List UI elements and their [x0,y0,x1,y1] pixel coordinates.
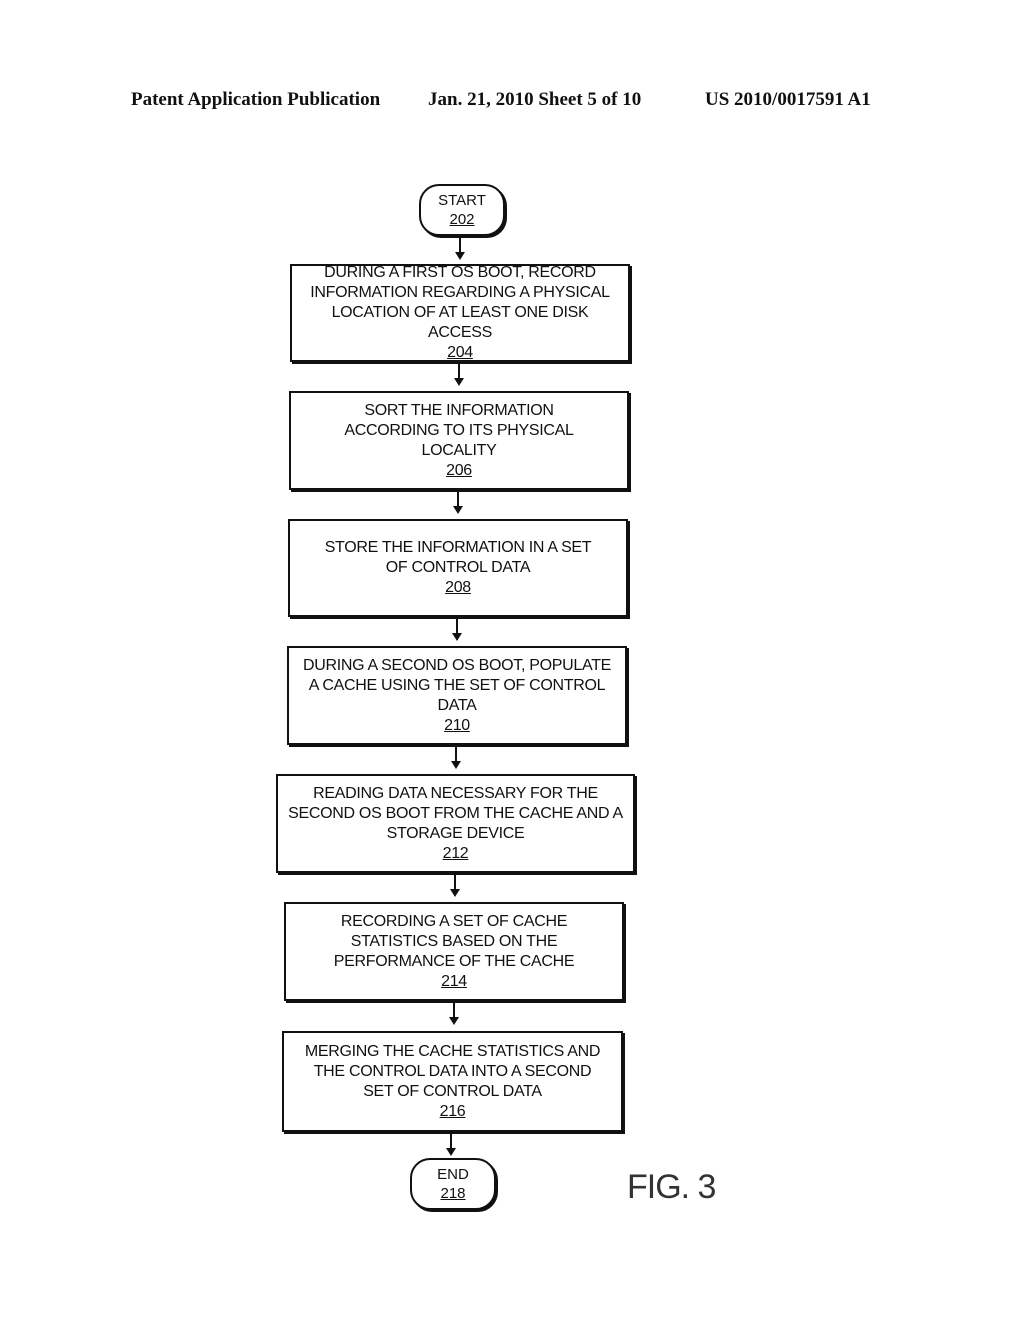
step-ref: 212 [442,844,469,862]
step-ref: 216 [439,1102,466,1120]
step-ref: 210 [444,716,470,734]
step-212: READING DATA NECESSARY FOR THE SECOND OS… [276,774,635,873]
publication-type: Patent Application Publication [131,89,381,110]
step-ref: 214 [441,972,467,990]
step-204: DURING A FIRST OS BOOT, RECORD INFORMATI… [290,264,630,362]
arrow-206-208 [453,490,463,514]
step-text: READING DATA NECESSARY FOR THE SECOND OS… [288,784,623,842]
step-text: MERGING THE CACHE STATISTICS AND THE CON… [304,1042,601,1100]
start-ref: 202 [449,211,475,228]
start-terminal: START 202 [419,184,505,236]
step-text: SORT THE INFORMATION ACCORDING TO ITS PH… [344,401,574,459]
page-header: Patent Application Publication Jan. 21, … [0,89,1024,113]
arrow-212-214 [450,873,460,897]
step-208: STORE THE INFORMATION IN A SET OF CONTRO… [288,519,628,617]
step-text: DURING A SECOND OS BOOT, POPULATE A CACH… [302,656,612,714]
arrow-202-204 [455,236,465,260]
figure-label: FIG. 3 [627,1168,716,1206]
end-label: END [437,1166,469,1183]
arrow-204-206 [454,362,464,386]
end-ref: 218 [440,1185,466,1202]
step-text: DURING A FIRST OS BOOT, RECORD INFORMATI… [310,264,610,341]
step-ref: 208 [445,579,471,596]
step-210: DURING A SECOND OS BOOT, POPULATE A CACH… [287,646,627,745]
arrow-210-212 [451,745,461,769]
step-216: MERGING THE CACHE STATISTICS AND THE CON… [282,1031,623,1132]
step-text: STORE THE INFORMATION IN A SET OF CONTRO… [324,539,592,576]
step-ref: 206 [446,461,472,479]
arrow-214-216 [449,1001,459,1025]
step-ref: 204 [447,344,473,361]
step-214: RECORDING A SET OF CACHE STATISTICS BASE… [284,902,624,1001]
step-text: RECORDING A SET OF CACHE STATISTICS BASE… [333,912,575,970]
arrow-216-218 [446,1132,456,1156]
publication-number: US 2010/0017591 A1 [705,89,871,110]
end-terminal: END 218 [410,1158,496,1210]
publication-date-sheet: Jan. 21, 2010 Sheet 5 of 10 [428,89,642,110]
arrow-208-210 [452,617,462,641]
start-label: START [438,192,486,209]
step-206: SORT THE INFORMATION ACCORDING TO ITS PH… [289,391,629,490]
